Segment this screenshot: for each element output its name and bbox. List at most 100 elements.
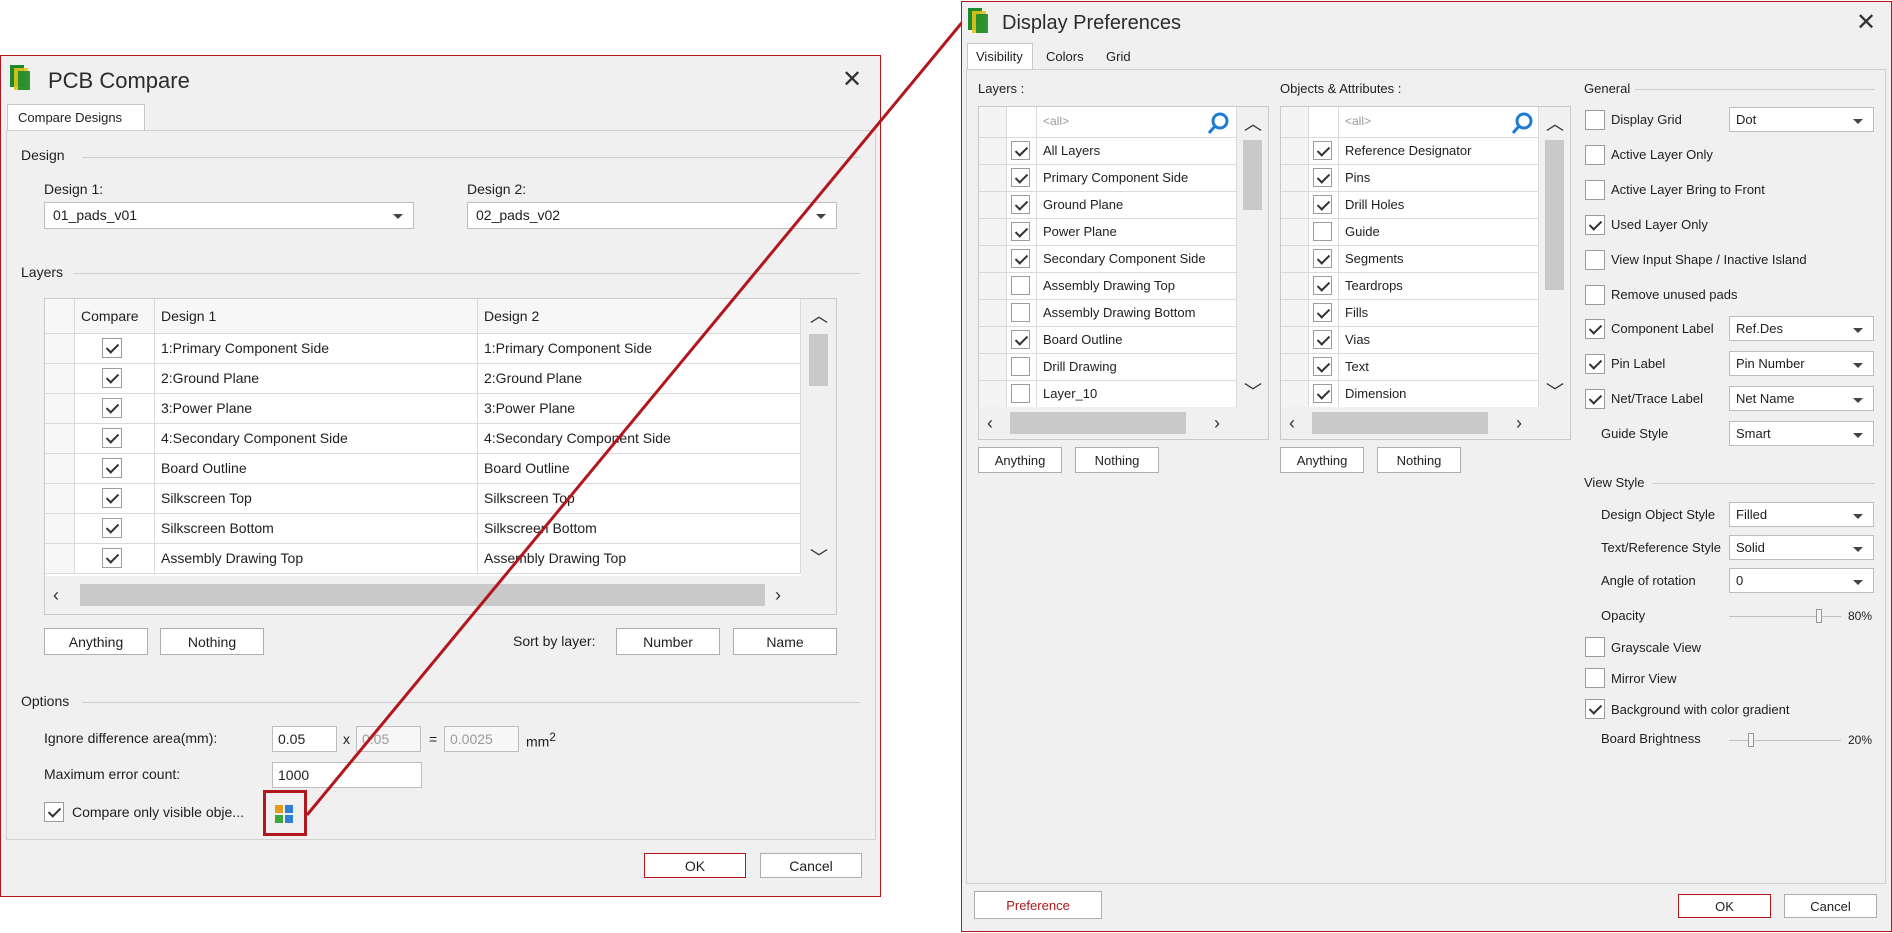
vertical-scrollbar[interactable]: ︿ ﹀: [1539, 107, 1570, 407]
view-input-shape-label: View Input Shape / Inactive Island: [1611, 252, 1807, 267]
background-gradient-checkbox[interactable]: [1585, 699, 1605, 719]
brightness-slider[interactable]: [1729, 740, 1841, 741]
brightness-slider-knob[interactable]: [1748, 733, 1755, 747]
list-item-checkbox[interactable]: [1313, 222, 1332, 241]
check-cell: [1007, 381, 1037, 407]
remove-unused-pads-checkbox[interactable]: [1585, 285, 1605, 305]
opacity-slider[interactable]: [1729, 616, 1841, 617]
list-item-checkbox[interactable]: [1313, 303, 1332, 322]
tab-visibility[interactable]: Visibility: [967, 43, 1033, 70]
tab-grid[interactable]: Grid: [1100, 44, 1137, 69]
list-item[interactable]: Board Outline: [979, 327, 1237, 354]
objects-filter-input[interactable]: <all>: [1339, 107, 1539, 137]
list-item[interactable]: Secondary Component Side: [979, 246, 1237, 273]
list-item-checkbox[interactable]: [1011, 222, 1030, 241]
list-item[interactable]: Assembly Drawing Bottom: [979, 300, 1237, 327]
ok-button[interactable]: OK: [1678, 894, 1771, 918]
scroll-thumb[interactable]: [1243, 140, 1262, 210]
net-trace-label-combo[interactable]: Net Name: [1729, 386, 1874, 411]
list-item[interactable]: Text: [1281, 354, 1539, 381]
list-item-checkbox[interactable]: [1011, 384, 1030, 403]
net-trace-label-checkbox[interactable]: [1585, 389, 1605, 409]
list-item[interactable]: Primary Component Side: [979, 165, 1237, 192]
search-icon[interactable]: [1511, 111, 1535, 135]
cancel-button[interactable]: Cancel: [1784, 894, 1877, 918]
list-item[interactable]: Power Plane: [979, 219, 1237, 246]
list-item-checkbox[interactable]: [1011, 276, 1030, 295]
angle-of-rotation-combo[interactable]: 0: [1729, 568, 1874, 593]
list-item-checkbox[interactable]: [1011, 141, 1030, 160]
list-item[interactable]: Teardrops: [1281, 273, 1539, 300]
preference-button[interactable]: Preference: [974, 891, 1102, 919]
scroll-thumb[interactable]: [1312, 412, 1488, 434]
list-item-checkbox[interactable]: [1313, 384, 1332, 403]
layers-nothing-button[interactable]: Nothing: [1075, 447, 1159, 473]
text-reference-style-combo[interactable]: Solid: [1729, 535, 1874, 560]
horizontal-scrollbar[interactable]: ‹ ›: [979, 407, 1268, 439]
list-item-checkbox[interactable]: [1011, 330, 1030, 349]
close-icon[interactable]: ✕: [1856, 11, 1876, 35]
list-item-label: Drill Holes: [1339, 192, 1539, 218]
chevron-left-icon[interactable]: ‹: [987, 414, 993, 432]
chevron-up-icon[interactable]: ︿: [1244, 115, 1262, 133]
row-spacer: [1281, 327, 1309, 353]
layers-anything-button[interactable]: Anything: [978, 447, 1062, 473]
list-item-checkbox[interactable]: [1313, 141, 1332, 160]
chevron-down-icon: [1853, 514, 1863, 519]
list-item[interactable]: Segments: [1281, 246, 1539, 273]
display-grid-checkbox[interactable]: [1585, 110, 1605, 130]
list-item[interactable]: Pins: [1281, 165, 1539, 192]
grayscale-view-checkbox[interactable]: [1585, 637, 1605, 657]
chevron-right-icon[interactable]: ›: [1516, 414, 1522, 432]
list-item-checkbox[interactable]: [1313, 168, 1332, 187]
pin-label-checkbox[interactable]: [1585, 354, 1605, 374]
list-item[interactable]: Ground Plane: [979, 192, 1237, 219]
chevron-down-icon[interactable]: ﹀: [1244, 383, 1262, 401]
opacity-slider-knob[interactable]: [1815, 609, 1822, 623]
chevron-right-icon[interactable]: ›: [1214, 414, 1220, 432]
list-item[interactable]: Drill Drawing: [979, 354, 1237, 381]
chevron-down-icon[interactable]: ﹀: [1546, 383, 1564, 401]
list-item-checkbox[interactable]: [1313, 195, 1332, 214]
active-layer-front-checkbox[interactable]: [1585, 180, 1605, 200]
list-item[interactable]: Fills: [1281, 300, 1539, 327]
vertical-scrollbar[interactable]: ︿ ﹀: [1237, 107, 1268, 407]
list-item[interactable]: Layer_10: [979, 381, 1237, 408]
pin-label-combo[interactable]: Pin Number: [1729, 351, 1874, 376]
list-item-label: Drill Drawing: [1037, 354, 1237, 380]
list-item[interactable]: All Layers: [979, 138, 1237, 165]
list-item-checkbox[interactable]: [1011, 168, 1030, 187]
list-item[interactable]: Vias: [1281, 327, 1539, 354]
view-input-shape-checkbox[interactable]: [1585, 250, 1605, 270]
list-item-checkbox[interactable]: [1011, 249, 1030, 268]
list-item-checkbox[interactable]: [1313, 276, 1332, 295]
list-item-checkbox[interactable]: [1313, 357, 1332, 376]
chevron-up-icon[interactable]: ︿: [1546, 115, 1564, 133]
active-layer-only-checkbox[interactable]: [1585, 145, 1605, 165]
list-item-checkbox[interactable]: [1313, 330, 1332, 349]
list-item-checkbox[interactable]: [1011, 303, 1030, 322]
objects-anything-button[interactable]: Anything: [1280, 447, 1364, 473]
guide-style-combo[interactable]: Smart: [1729, 421, 1874, 446]
list-item[interactable]: Guide: [1281, 219, 1539, 246]
list-item-checkbox[interactable]: [1011, 195, 1030, 214]
component-label-combo[interactable]: Ref.Des: [1729, 316, 1874, 341]
horizontal-scrollbar[interactable]: ‹ ›: [1281, 407, 1570, 439]
used-layer-only-checkbox[interactable]: [1585, 215, 1605, 235]
list-item[interactable]: Reference Designator: [1281, 138, 1539, 165]
chevron-left-icon[interactable]: ‹: [1289, 414, 1295, 432]
mirror-view-checkbox[interactable]: [1585, 668, 1605, 688]
design-object-style-combo[interactable]: Filled: [1729, 502, 1874, 527]
list-item[interactable]: Dimension: [1281, 381, 1539, 408]
list-item-checkbox[interactable]: [1313, 249, 1332, 268]
display-grid-combo[interactable]: Dot: [1729, 107, 1874, 132]
scroll-thumb[interactable]: [1010, 412, 1186, 434]
tab-colors[interactable]: Colors: [1040, 44, 1090, 69]
list-item-checkbox[interactable]: [1011, 357, 1030, 376]
list-item[interactable]: Assembly Drawing Top: [979, 273, 1237, 300]
scroll-thumb[interactable]: [1545, 140, 1564, 290]
objects-nothing-button[interactable]: Nothing: [1377, 447, 1461, 473]
list-item[interactable]: Drill Holes: [1281, 192, 1539, 219]
component-label-checkbox[interactable]: [1585, 319, 1605, 339]
search-icon[interactable]: [1207, 111, 1231, 135]
